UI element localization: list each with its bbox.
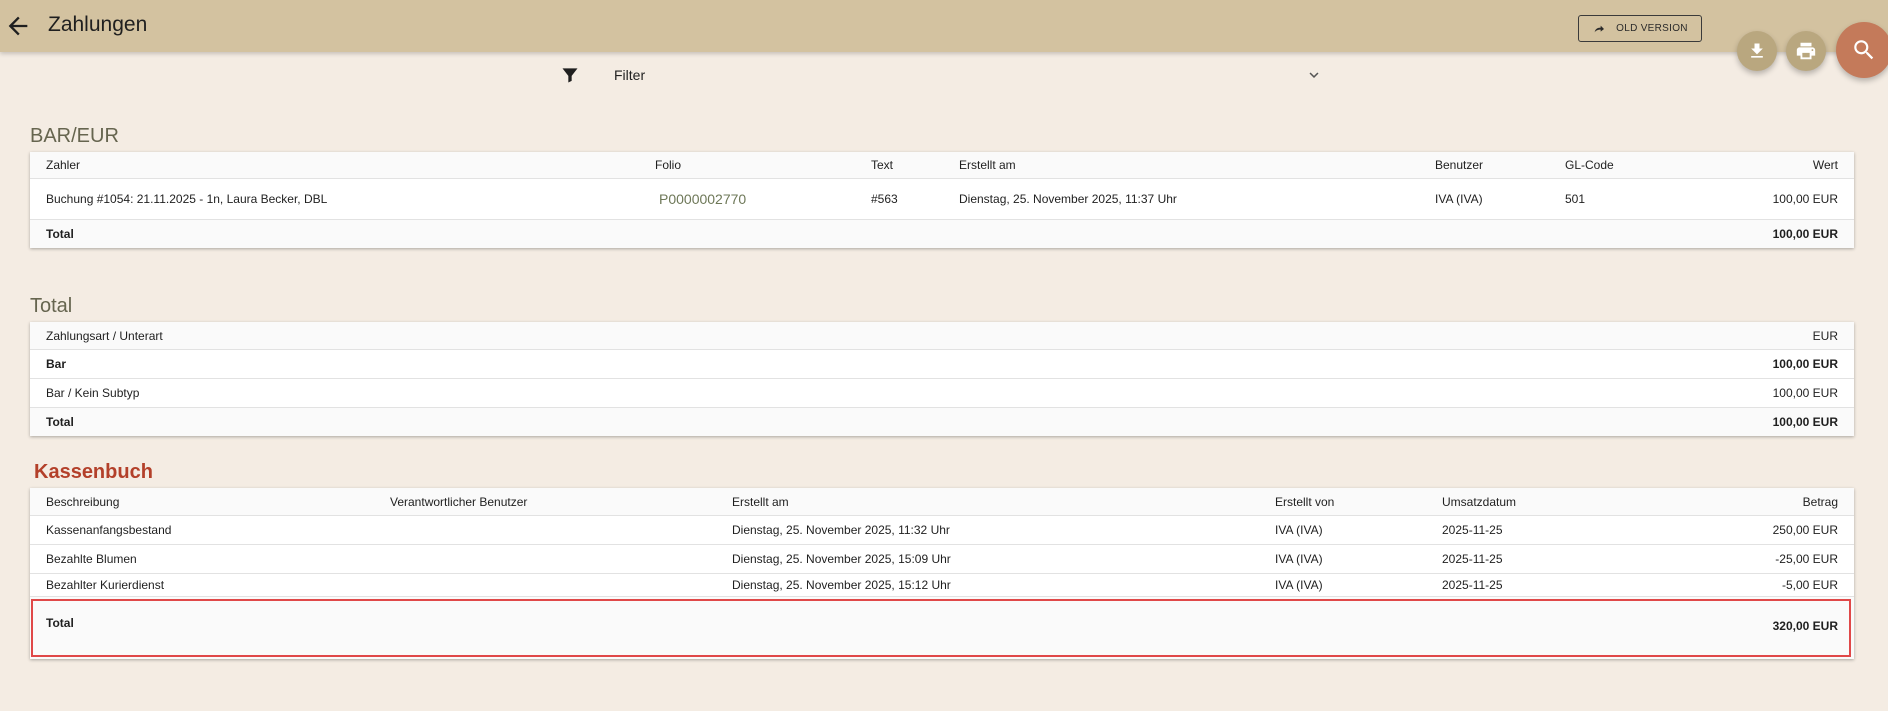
description-cell: Kassenanfangsbestand xyxy=(46,523,172,537)
col-currency: EUR xyxy=(1812,328,1838,343)
kassenbuch-table: Beschreibung Verantwortlicher Benutzer E… xyxy=(30,488,1854,659)
print-button[interactable] xyxy=(1786,31,1826,71)
total-table: Zahlungsart / Unterart EUR Bar 100,00 EU… xyxy=(30,322,1854,436)
sales-date-cell: 2025-11-25 xyxy=(1442,552,1503,566)
user-cell: IVA (IVA) xyxy=(1435,192,1483,206)
section-title-kassenbuch: Kassenbuch xyxy=(34,461,153,483)
top-app-bar: Zahlungen OLD VERSION xyxy=(0,0,1888,52)
gl-code-cell: 501 xyxy=(1565,192,1586,206)
section-title-bar-eur: BAR/EUR xyxy=(30,125,119,147)
table-total-row: Total 100,00 EUR xyxy=(30,408,1854,436)
old-version-button[interactable]: OLD VERSION xyxy=(1578,15,1702,42)
table-row: Bar 100,00 EUR xyxy=(30,350,1854,379)
payer-cell: Buchung #1054: 21.11.2025 - 1n, Laura Be… xyxy=(46,192,328,206)
table-row: Bezahlter Kurierdienst Dienstag, 25. Nov… xyxy=(30,574,1854,597)
filter-label[interactable]: Filter xyxy=(614,67,645,83)
print-icon xyxy=(1796,42,1816,60)
col-responsible-user: Verantwortlicher Benutzer xyxy=(390,494,528,509)
total-label: Total xyxy=(46,227,74,241)
total-value: 100,00 EUR xyxy=(1772,415,1838,429)
col-description: Beschreibung xyxy=(46,494,120,509)
description-cell: Bezahlte Blumen xyxy=(46,552,137,566)
col-created: Erstellt am xyxy=(732,494,789,509)
download-icon xyxy=(1751,43,1763,58)
col-text: Text xyxy=(871,158,894,172)
download-button[interactable] xyxy=(1737,31,1777,71)
created-cell: Dienstag, 25. November 2025, 11:32 Uhr xyxy=(732,523,950,537)
chevron-down-icon[interactable] xyxy=(1305,66,1323,84)
search-icon xyxy=(1854,40,1874,60)
col-payer: Zahler xyxy=(46,158,81,172)
payment-type-cell: Bar xyxy=(46,357,67,371)
amount-cell: 100,00 EUR xyxy=(1772,386,1838,400)
total-value: 100,00 EUR xyxy=(1772,227,1838,241)
table-header-row: Zahler Folio Text Erstellt am Benutzer G… xyxy=(30,152,1854,179)
created-by-cell: IVA (IVA) xyxy=(1275,578,1323,592)
old-version-label: OLD VERSION xyxy=(1616,23,1688,34)
created-cell: Dienstag, 25. November 2025, 11:37 Uhr xyxy=(959,192,1177,206)
bar-eur-table: Zahler Folio Text Erstellt am Benutzer G… xyxy=(30,152,1854,248)
created-cell: Dienstag, 25. November 2025, 15:12 Uhr xyxy=(732,578,951,592)
created-cell: Dienstag, 25. November 2025, 15:09 Uhr xyxy=(732,552,951,566)
col-gl-code: GL-Code xyxy=(1565,158,1614,172)
col-created-by: Erstellt von xyxy=(1275,494,1335,509)
col-created: Erstellt am xyxy=(959,158,1016,172)
sales-date-cell: 2025-11-25 xyxy=(1442,578,1503,592)
total-label: Total xyxy=(46,616,74,631)
table-total-row: Total 100,00 EUR xyxy=(30,220,1854,248)
filter-icon[interactable] xyxy=(560,65,580,85)
redo-arrow-icon xyxy=(1594,25,1605,32)
section-title-total: Total xyxy=(30,295,73,317)
sales-date-cell: 2025-11-25 xyxy=(1442,523,1503,537)
table-row: Bar / Kein Subtyp 100,00 EUR xyxy=(30,379,1854,408)
folio-link[interactable]: P0000002770 xyxy=(659,191,746,207)
back-arrow-icon[interactable] xyxy=(4,12,32,40)
amount-cell: 100,00 EUR xyxy=(1772,357,1838,371)
total-label: Total xyxy=(46,415,74,429)
description-cell: Bezahlter Kurierdienst xyxy=(46,578,165,592)
created-by-cell: IVA (IVA) xyxy=(1275,523,1323,537)
search-button[interactable] xyxy=(1836,22,1888,78)
amount-cell: -25,00 EUR xyxy=(1775,552,1838,566)
value-cell: 100,00 EUR xyxy=(1772,192,1838,206)
table-row: Buchung #1054: 21.11.2025 - 1n, Laura Be… xyxy=(30,179,1854,220)
table-header-row: Zahlungsart / Unterart EUR xyxy=(30,322,1854,350)
table-row: Kassenanfangsbestand Dienstag, 25. Novem… xyxy=(30,516,1854,545)
col-amount: Betrag xyxy=(1802,494,1838,509)
created-by-cell: IVA (IVA) xyxy=(1275,552,1323,566)
payment-type-cell: Bar / Kein Subtyp xyxy=(46,386,140,400)
col-value: Wert xyxy=(1812,158,1838,172)
col-folio: Folio xyxy=(655,158,682,172)
table-header-row: Beschreibung Verantwortlicher Benutzer E… xyxy=(30,488,1854,516)
total-value: 320,00 EUR xyxy=(1772,618,1838,633)
amount-cell: 250,00 EUR xyxy=(1772,523,1838,537)
col-sales-date: Umsatzdatum xyxy=(1442,494,1517,509)
text-cell: #563 xyxy=(871,192,898,206)
col-user: Benutzer xyxy=(1435,158,1484,172)
amount-cell: -5,00 EUR xyxy=(1781,578,1838,592)
table-row: Bezahlte Blumen Dienstag, 25. November 2… xyxy=(30,545,1854,574)
table-total-row: Total 320,00 EUR xyxy=(30,597,1854,659)
page-title: Zahlungen xyxy=(48,13,148,36)
col-payment-type: Zahlungsart / Unterart xyxy=(46,328,163,343)
